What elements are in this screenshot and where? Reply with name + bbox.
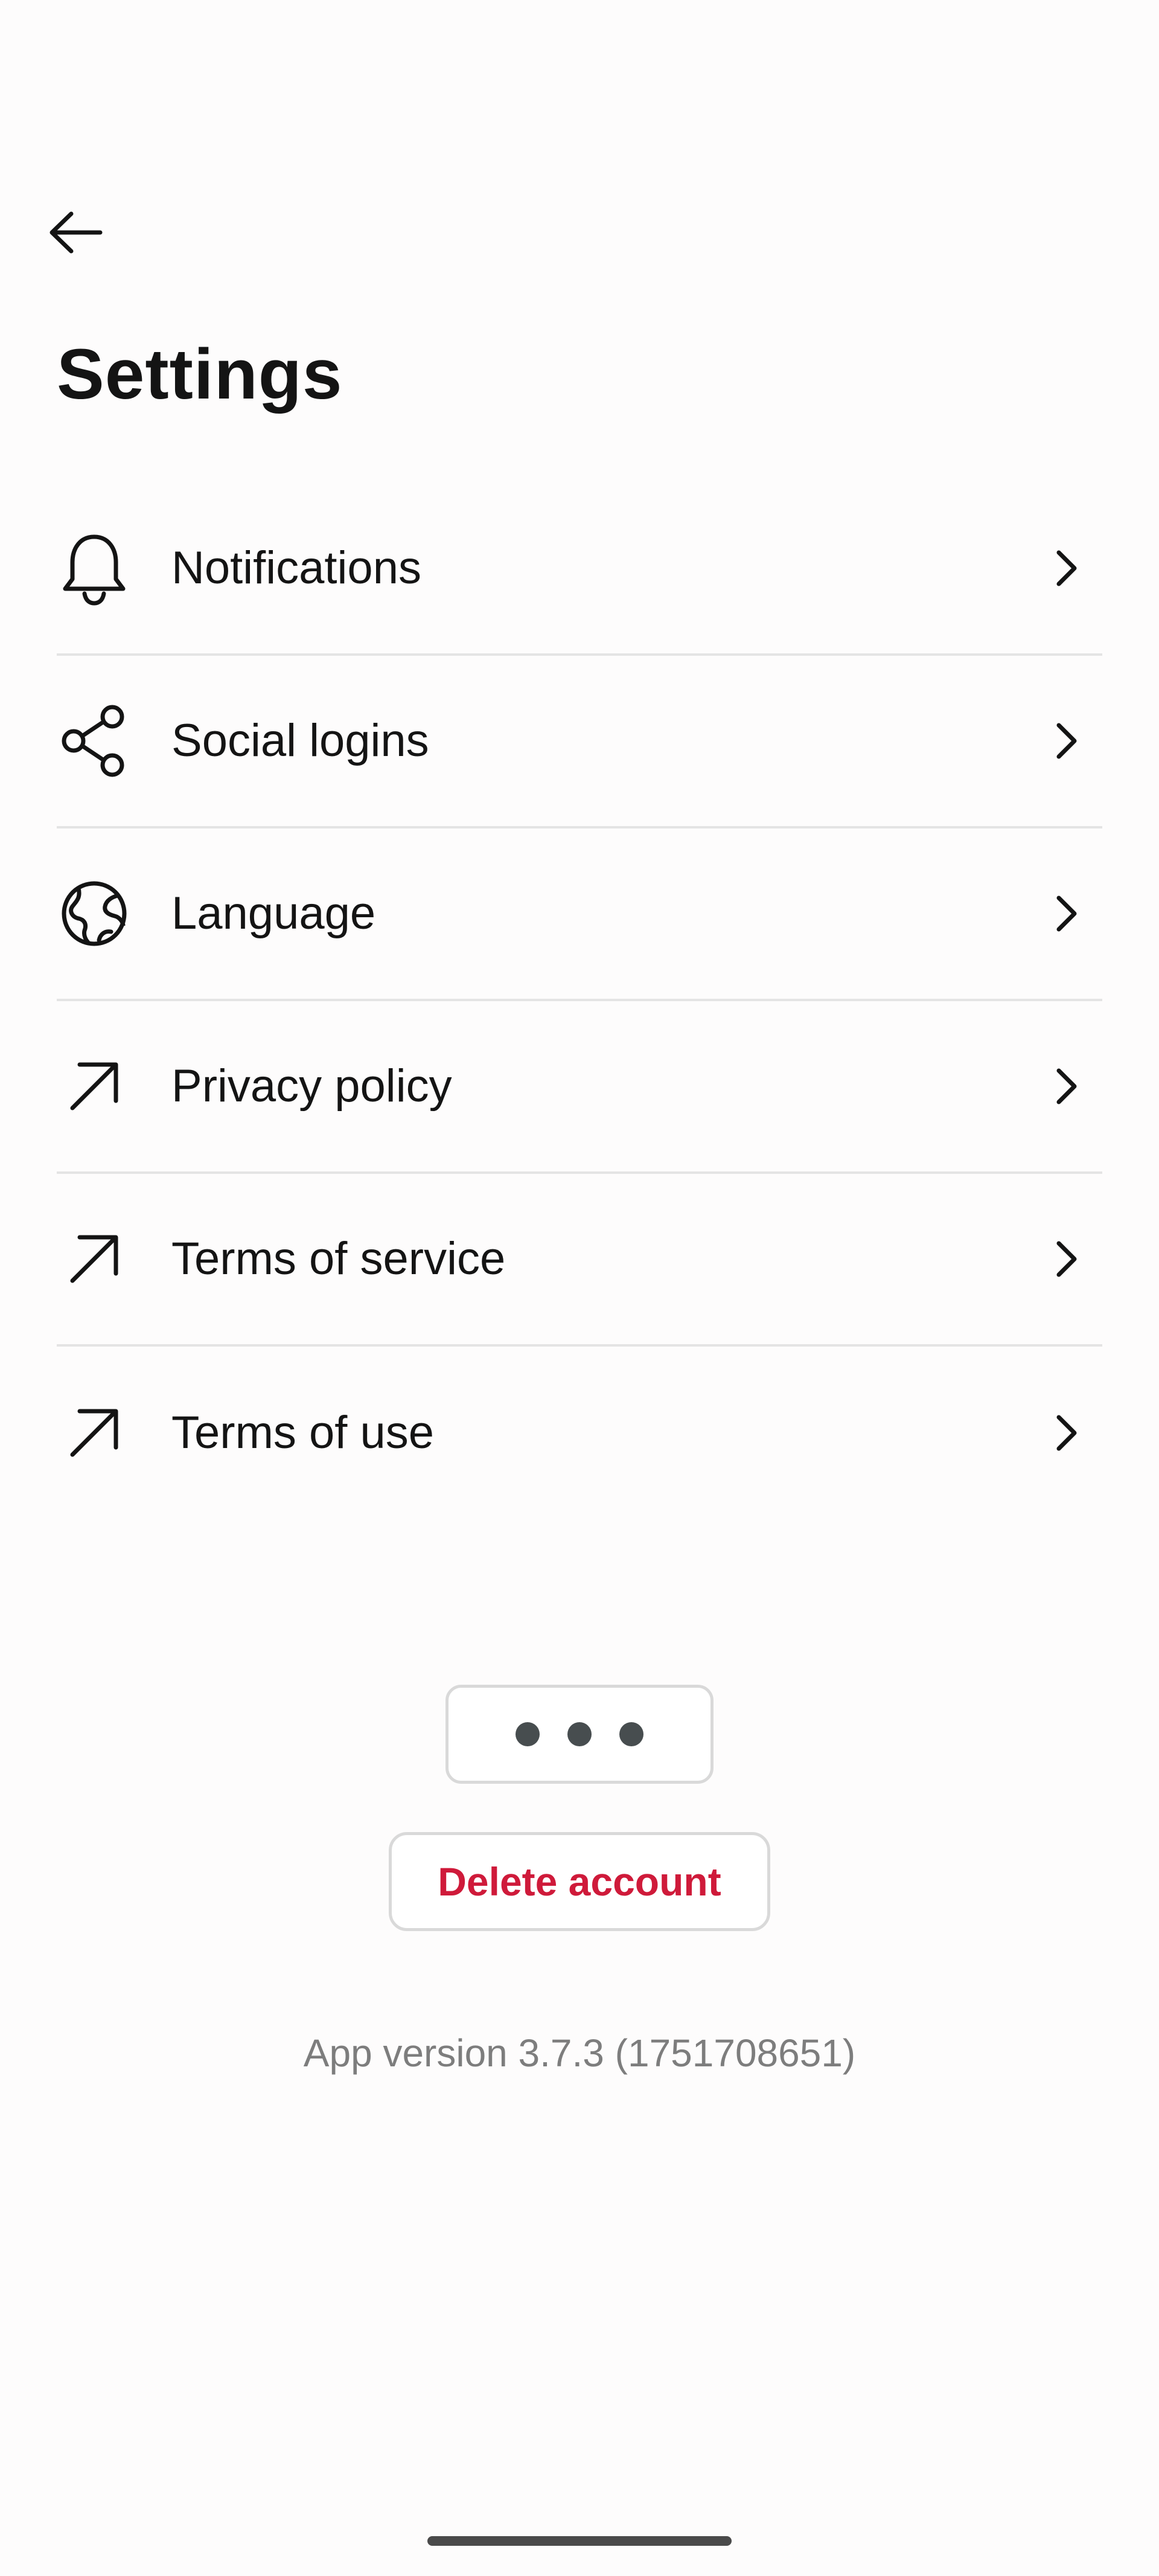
more-horizontal-icon [567, 1722, 592, 1746]
page-title: Settings [57, 335, 343, 414]
app-version-text: App version 3.7.3 (1751708651) [303, 2031, 856, 2075]
globe-icon [57, 876, 132, 951]
chevron-right-icon [1042, 717, 1090, 765]
settings-item-label: Terms of use [171, 1407, 435, 1458]
chevron-right-icon [1042, 1235, 1090, 1283]
chevron-right-icon [1042, 889, 1090, 938]
settings-item-label: Social logins [171, 715, 429, 766]
arrow-left-icon [49, 211, 103, 254]
chevron-right-icon [1042, 1409, 1090, 1457]
settings-item-terms-of-service[interactable]: Terms of service [57, 1174, 1102, 1347]
arrow-up-right-icon [57, 1049, 132, 1124]
settings-item-notifications[interactable]: Notifications [57, 483, 1102, 656]
settings-item-label: Terms of service [171, 1233, 506, 1284]
chevron-right-icon [1042, 1062, 1090, 1110]
settings-item-terms-of-use[interactable]: Terms of use [57, 1347, 1102, 1519]
chevron-right-icon [1042, 544, 1090, 592]
more-horizontal-icon [516, 1722, 540, 1746]
home-indicator[interactable] [427, 2536, 732, 2546]
settings-item-privacy-policy[interactable]: Privacy policy [57, 1001, 1102, 1174]
arrow-up-right-icon [57, 1222, 132, 1296]
share-icon [57, 703, 132, 778]
more-horizontal-icon [619, 1722, 643, 1746]
settings-item-label: Language [171, 888, 376, 939]
settings-list: Notifications Social logins Language Pri… [57, 483, 1102, 1519]
arrow-up-right-icon [57, 1395, 132, 1470]
delete-account-button[interactable]: Delete account [389, 1832, 770, 1931]
back-button[interactable] [48, 205, 111, 260]
bell-icon [57, 531, 132, 606]
settings-item-language[interactable]: Language [57, 828, 1102, 1001]
settings-item-social-logins[interactable]: Social logins [57, 656, 1102, 828]
more-options-button[interactable] [445, 1685, 714, 1784]
settings-item-label: Privacy policy [171, 1060, 452, 1112]
settings-item-label: Notifications [171, 542, 421, 594]
